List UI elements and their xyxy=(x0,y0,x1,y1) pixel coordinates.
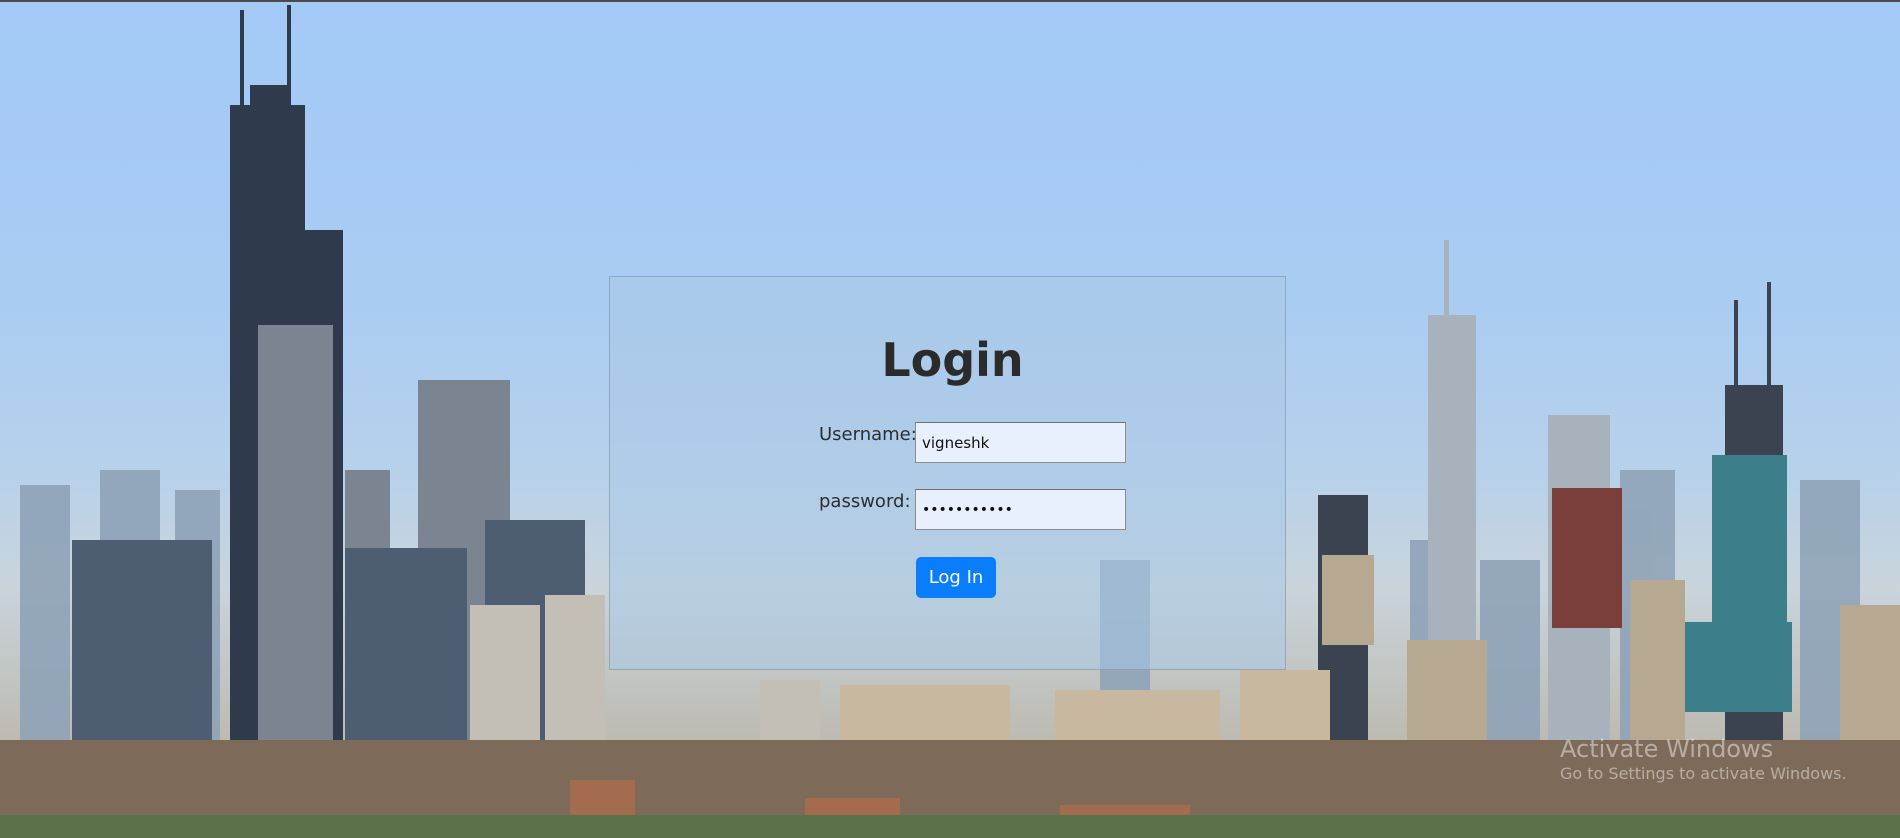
login-button[interactable]: Log In xyxy=(916,557,996,598)
login-panel: Login Username: password: Log In xyxy=(609,276,1286,670)
watermark-line2: Go to Settings to activate Windows. xyxy=(1560,763,1847,783)
watermark-line1: Activate Windows xyxy=(1560,735,1774,763)
password-input[interactable] xyxy=(915,489,1126,530)
login-title: Login xyxy=(881,333,1024,387)
activate-windows-watermark: Activate Windows Go to Settings to activ… xyxy=(1560,735,1847,783)
username-label: Username: xyxy=(819,424,917,445)
password-label: password: xyxy=(819,491,911,512)
username-input[interactable] xyxy=(915,422,1126,463)
